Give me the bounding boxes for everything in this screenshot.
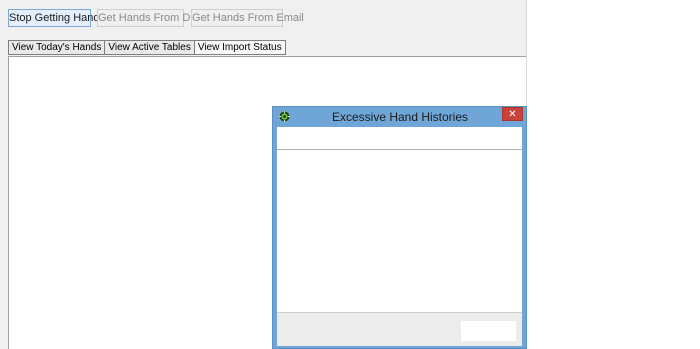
stop-getting-hands-button[interactable]: Stop Getting Hands — [8, 9, 105, 27]
excessive-hand-histories-dialog: Excessive Hand Histories ✕ — [272, 106, 527, 349]
poker-chip-icon — [279, 111, 290, 122]
close-icon: ✕ — [508, 109, 517, 120]
dialog-client-area — [277, 127, 522, 346]
close-button[interactable]: ✕ — [502, 107, 523, 121]
view-tabs: View Today's Hands View Active Tables Vi… — [8, 40, 286, 55]
get-hands-from-email-button[interactable]: Get Hands From Email — [191, 9, 304, 27]
dialog-title: Excessive Hand Histories — [331, 110, 469, 124]
dialog-footer — [277, 312, 522, 346]
dialog-titlebar[interactable]: Excessive Hand Histories ✕ — [273, 107, 526, 127]
dialog-header-strip — [277, 127, 522, 150]
tab-view-import-status[interactable]: View Import Status — [193, 40, 286, 55]
tab-view-active-tables[interactable]: View Active Tables — [104, 40, 195, 55]
tab-view-todays-hands[interactable]: View Today's Hands — [8, 40, 106, 55]
footer-field — [461, 321, 516, 341]
get-hands-from-disk-button[interactable]: Get Hands From Disk — [97, 9, 204, 27]
hand-history-list[interactable] — [277, 151, 522, 312]
